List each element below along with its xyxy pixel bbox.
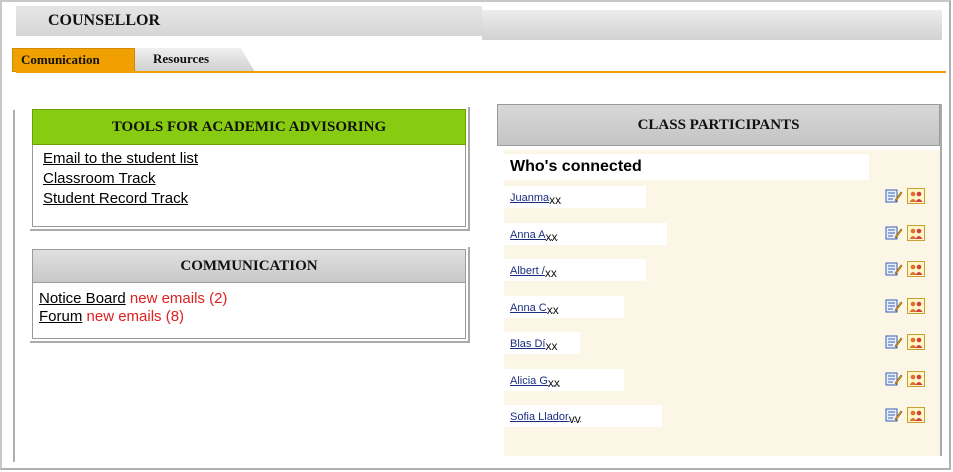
participant-name-link[interactable]: Blas Díxx bbox=[510, 336, 558, 353]
group-users-icon[interactable] bbox=[907, 334, 925, 350]
whos-connected-heading: Who's connected bbox=[504, 154, 869, 180]
participant-row: Alicia Gxx bbox=[504, 368, 940, 391]
participant-actions bbox=[885, 298, 929, 316]
group-users-icon[interactable] bbox=[907, 188, 925, 204]
participant-name-suffix: xx bbox=[545, 229, 558, 244]
communication-panel-title: COMMUNICATION bbox=[32, 249, 466, 283]
participant-name: Sofia Llador bbox=[510, 411, 569, 423]
edit-message-icon[interactable] bbox=[885, 188, 903, 204]
tab-resources[interactable]: Resources bbox=[135, 48, 255, 72]
participant-name-suffix: xx bbox=[544, 266, 557, 280]
participant-name-suffix: xx bbox=[545, 339, 558, 353]
participant-actions bbox=[885, 261, 929, 279]
participant-name-link[interactable]: Alicia Gxx bbox=[510, 373, 560, 390]
participant-row: Anna Axx bbox=[504, 222, 940, 245]
participant-actions bbox=[885, 334, 929, 352]
classroom-track-link[interactable]: Classroom Track bbox=[43, 169, 198, 189]
notice-board-row: Notice Board new emails (2) bbox=[39, 289, 227, 309]
participant-name: Juanma bbox=[510, 192, 550, 204]
participant-name-link[interactable]: Anna Axx bbox=[510, 227, 558, 244]
participant-row: Sofia Lladorvv bbox=[504, 405, 940, 427]
participant-name: Blas Dí bbox=[510, 338, 546, 350]
participant-row: Juanmaxx bbox=[504, 186, 940, 208]
email-student-list-link[interactable]: Email to the student list bbox=[43, 149, 198, 169]
participant-name-suffix: xx bbox=[546, 302, 559, 317]
tabs-underline bbox=[16, 71, 946, 73]
tools-panel-body: Email to the student list Classroom Trac… bbox=[32, 145, 466, 227]
participant-actions bbox=[885, 407, 929, 425]
group-users-icon[interactable] bbox=[907, 225, 925, 241]
participant-name-suffix: xx bbox=[547, 375, 560, 390]
participant-row: Blas Díxx bbox=[504, 332, 940, 354]
left-divider bbox=[13, 110, 15, 462]
participants-list: Who's connected Juanmaxx Anna Axx Albert /… bbox=[504, 150, 940, 456]
group-users-icon[interactable] bbox=[907, 261, 925, 277]
participant-name-suffix: vv bbox=[568, 412, 581, 426]
participant-name-link[interactable]: Albert /xx bbox=[510, 263, 557, 280]
notice-board-new-emails: new emails (2) bbox=[129, 290, 228, 307]
edit-message-icon[interactable] bbox=[885, 334, 903, 350]
tab-comunication[interactable]: Comunication bbox=[12, 48, 135, 72]
participant-actions bbox=[885, 225, 929, 243]
participant-name: Anna C bbox=[510, 301, 547, 314]
edit-message-icon[interactable] bbox=[885, 407, 903, 423]
communication-panel: COMMUNICATION Notice Board new emails (2… bbox=[30, 247, 470, 343]
class-participants-title: CLASS PARTICIPANTS bbox=[497, 104, 940, 146]
edit-message-icon[interactable] bbox=[885, 225, 903, 241]
participant-name-link[interactable]: Anna Cxx bbox=[510, 300, 559, 317]
tools-panel-title: TOOLS FOR ACADEMIC ADVISORING bbox=[32, 109, 466, 145]
participant-name-link[interactable]: Sofia Lladorvv bbox=[510, 409, 581, 426]
edit-message-icon[interactable] bbox=[885, 298, 903, 314]
edit-message-icon[interactable] bbox=[885, 371, 903, 387]
notice-board-link[interactable]: Notice Board bbox=[39, 290, 126, 307]
app-title: COUNSELLOR bbox=[16, 6, 482, 36]
group-users-icon[interactable] bbox=[907, 407, 925, 423]
communication-panel-body: Notice Board new emails (2) Forum new em… bbox=[32, 283, 466, 339]
participant-actions bbox=[885, 371, 929, 389]
participant-row: Anna Cxx bbox=[504, 295, 940, 318]
tools-panel: TOOLS FOR ACADEMIC ADVISORING Email to t… bbox=[30, 107, 470, 231]
participant-name: Anna A bbox=[510, 228, 546, 241]
class-participants-panel: CLASS PARTICIPANTS Who's connected Juanm… bbox=[497, 104, 942, 456]
group-users-icon[interactable] bbox=[907, 371, 925, 387]
participant-name: Albert / bbox=[510, 265, 545, 277]
forum-row: Forum new emails (8) bbox=[39, 307, 184, 327]
student-record-track-link[interactable]: Student Record Track bbox=[43, 189, 198, 209]
forum-new-emails: new emails (8) bbox=[86, 308, 185, 325]
group-users-icon[interactable] bbox=[907, 298, 925, 314]
participant-name-suffix: xx bbox=[549, 193, 562, 207]
title-strip bbox=[482, 10, 942, 40]
participant-actions bbox=[885, 188, 929, 206]
participant-name: Alicia G bbox=[510, 374, 548, 387]
forum-link[interactable]: Forum bbox=[39, 308, 82, 325]
participant-name-link[interactable]: Juanmaxx bbox=[510, 190, 562, 207]
participant-row: Albert /xx bbox=[504, 259, 940, 281]
edit-message-icon[interactable] bbox=[885, 261, 903, 277]
